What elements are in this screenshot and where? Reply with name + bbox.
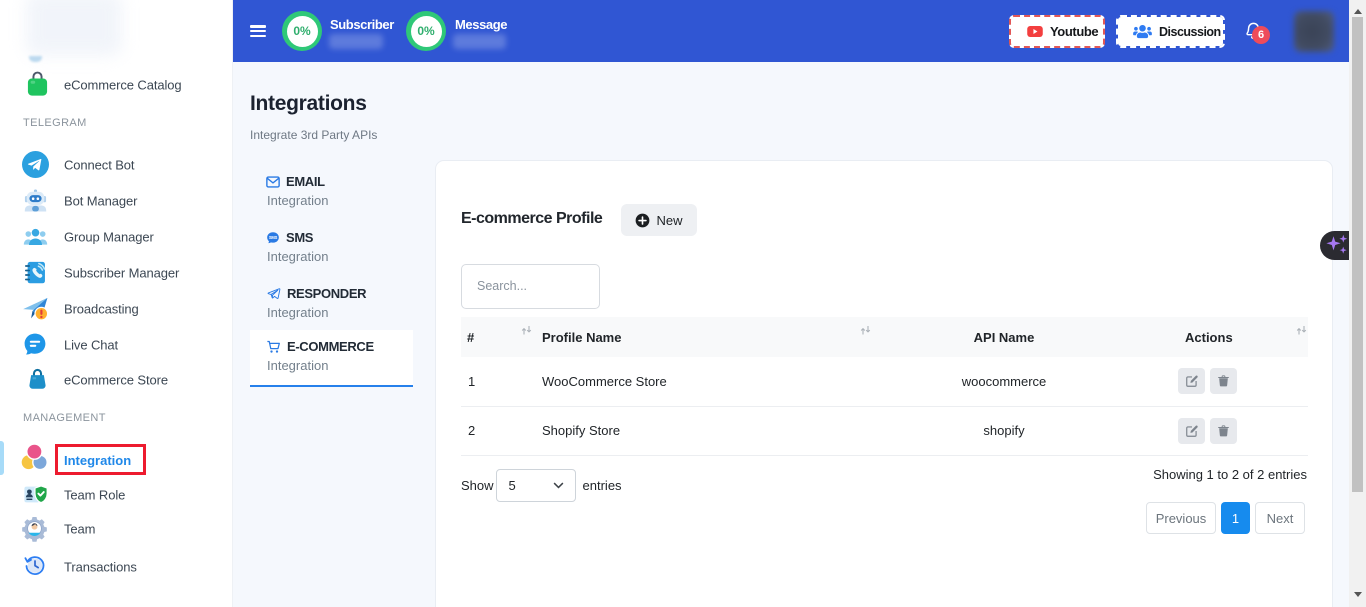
svg-text:SMS: SMS bbox=[269, 235, 278, 240]
